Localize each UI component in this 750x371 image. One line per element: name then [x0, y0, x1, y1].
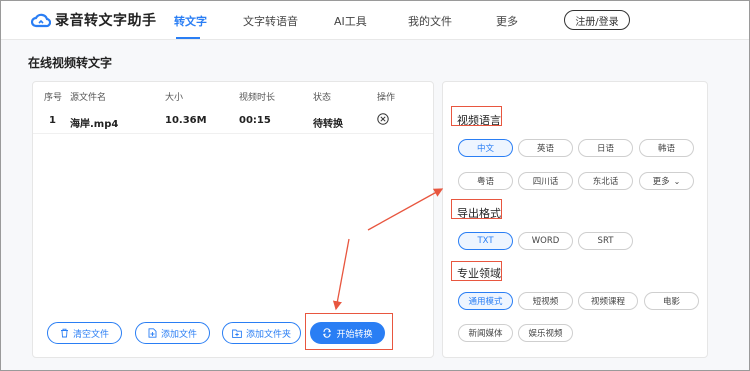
language-option-chinese[interactable]: 中文: [458, 139, 513, 157]
column-header-size: 大小: [165, 93, 184, 103]
row-divider: [33, 133, 433, 134]
language-option-sichuanese[interactable]: 四川话: [518, 172, 573, 190]
add-file-label: 添加文件: [160, 329, 197, 340]
highlight-box-video-language: [451, 106, 502, 126]
add-folder-label: 添加文件夹: [245, 329, 291, 340]
domain-option-news-media[interactable]: 新闻媒体: [458, 324, 513, 342]
language-option-cantonese[interactable]: 粤语: [458, 172, 513, 190]
row-filename: 海岸.mp4: [70, 119, 119, 130]
language-more-dropdown[interactable]: 更多 ⌄: [639, 172, 694, 190]
page-title: 在线视频转文字: [28, 56, 113, 70]
domain-option-entertainment-video[interactable]: 娱乐视频: [518, 324, 573, 342]
clear-files-button[interactable]: 清空文件: [47, 322, 122, 344]
login-button[interactable]: 注册/登录: [564, 10, 630, 30]
format-option-txt[interactable]: TXT: [458, 232, 513, 250]
row-duration: 00:15: [239, 115, 271, 126]
domain-option-movie[interactable]: 电影: [644, 292, 699, 310]
row-index: 1: [49, 115, 56, 126]
nav-item-text-to-speech[interactable]: 文字转语音: [243, 13, 298, 29]
language-more-label: 更多: [652, 177, 670, 187]
top-navbar: 录音转文字助手 转文字 文字转语音 AI工具 我的文件 更多 注册/登录: [1, 1, 749, 40]
column-header-index: 序号: [44, 93, 63, 103]
highlight-box-professional-domain: [451, 261, 502, 281]
language-option-northeastern[interactable]: 东北话: [578, 172, 633, 190]
trash-icon: [60, 328, 68, 338]
app-name: 录音转文字助手: [55, 13, 157, 29]
domain-option-video-course[interactable]: 视频课程: [578, 292, 638, 310]
highlight-box-start-convert: [305, 313, 393, 350]
add-file-icon: [148, 328, 157, 338]
cloud-logo-icon: [31, 13, 51, 28]
nav-item-more[interactable]: 更多: [496, 13, 518, 29]
add-file-button[interactable]: 添加文件: [135, 322, 210, 344]
format-option-srt[interactable]: SRT: [578, 232, 633, 250]
column-header-actions: 操作: [377, 93, 396, 103]
add-folder-button[interactable]: 添加文件夹: [222, 322, 301, 344]
highlight-box-export-format: [451, 199, 502, 219]
column-header-status: 状态: [313, 93, 332, 103]
domain-option-general[interactable]: 通用模式: [458, 292, 513, 310]
nav-item-ai-tools[interactable]: AI工具: [334, 13, 367, 29]
language-option-korean[interactable]: 韩语: [639, 139, 694, 157]
language-option-english[interactable]: 英语: [518, 139, 573, 157]
add-folder-icon: [232, 329, 242, 338]
column-header-duration: 视频时长: [239, 93, 276, 103]
app-logo[interactable]: 录音转文字助手: [31, 10, 157, 30]
row-size: 10.36M: [165, 115, 207, 126]
column-header-filename: 源文件名: [70, 93, 107, 103]
remove-file-icon[interactable]: [377, 113, 389, 125]
clear-files-label: 清空文件: [72, 329, 109, 340]
domain-option-short-video[interactable]: 短视频: [518, 292, 573, 310]
nav-item-my-files[interactable]: 我的文件: [408, 13, 452, 29]
chevron-down-icon: ⌄: [673, 176, 681, 186]
nav-active-indicator: [176, 37, 200, 39]
nav-item-to-text[interactable]: 转文字: [174, 13, 207, 29]
language-option-japanese[interactable]: 日语: [578, 139, 633, 157]
format-option-word[interactable]: WORD: [518, 232, 573, 250]
row-status: 待转换: [313, 119, 343, 130]
